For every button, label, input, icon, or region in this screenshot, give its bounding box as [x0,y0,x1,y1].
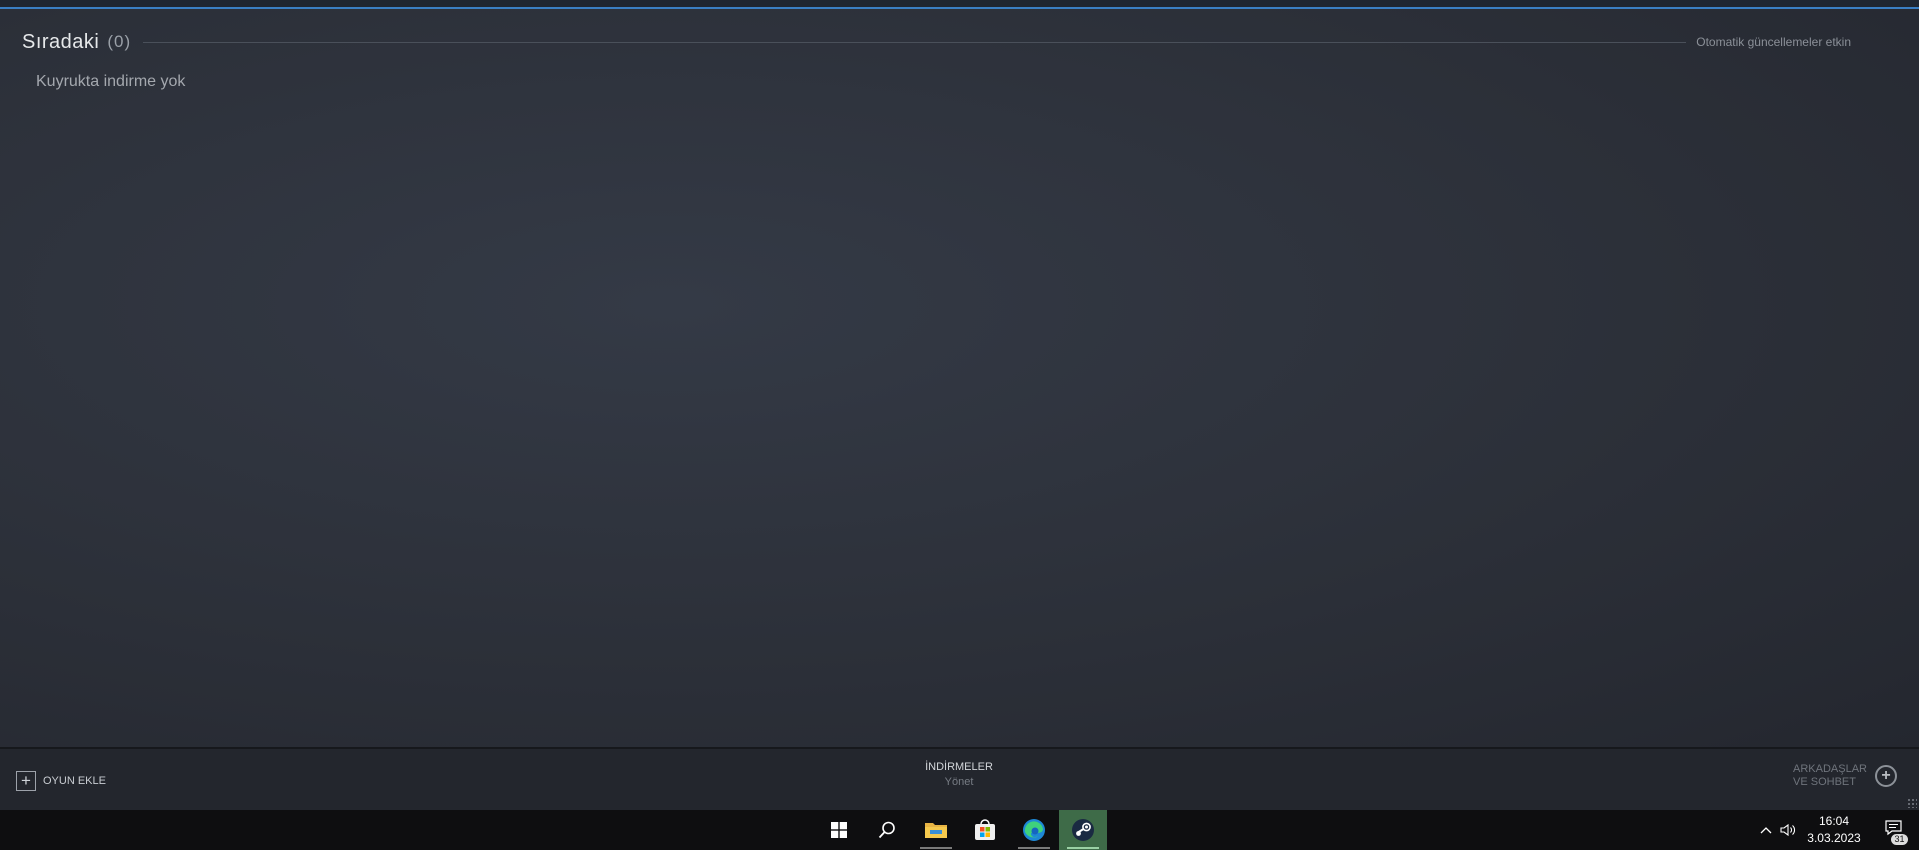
downloads-content: Sıradaki (0) Otomatik güncellemeler etki… [0,9,1919,747]
downloads-manage-label: Yönet [944,776,974,788]
folder-icon [925,823,947,838]
queue-divider [143,41,1687,43]
notification-count-badge: 31 [1891,833,1908,845]
plus-icon: + [16,771,36,791]
resize-grip[interactable] [1907,798,1917,808]
queue-header: Sıradaki (0) Otomatik güncellemeler etki… [22,27,1859,57]
chevron-up-icon [1760,827,1772,834]
taskbar-running-indicator [920,847,952,849]
downloads-manage-button[interactable]: İNDİRMELER Yönet [899,761,1019,788]
add-game-button[interactable]: + OYUN EKLE [16,771,106,791]
windows-start-icon [831,822,847,838]
taskbar-search-button[interactable] [863,810,911,850]
downloads-title: İNDİRMELER [925,761,993,773]
search-icon [878,821,895,839]
windows-taskbar: 16:04 3.03.2023 31 [0,810,1919,850]
queue-title: Sıradaki [22,30,100,53]
store-icon [975,819,995,840]
start-button[interactable] [815,810,863,850]
taskbar-edge-browser[interactable] [1010,810,1058,850]
taskbar-steam[interactable] [1059,810,1107,850]
steam-icon [1072,819,1094,841]
empty-queue-message: Kuyrukta indirme yok [36,73,186,90]
volume-button[interactable] [1777,810,1799,850]
taskbar-file-explorer[interactable] [912,810,960,850]
friends-chat-button[interactable]: ARKADAŞLAR VE SOHBET + [1793,763,1897,789]
taskbar-microsoft-store[interactable] [961,810,1009,850]
notification-icon-wrap: 31 [1884,819,1908,845]
friends-label-line1: ARKADAŞLAR [1793,763,1867,775]
notification-center-button[interactable]: 31 [1878,810,1908,850]
clock-date: 3.03.2023 [1807,831,1861,845]
window-top-accent [0,0,1919,9]
taskbar-running-indicator [1018,847,1050,849]
add-game-label: OYUN EKLE [43,775,106,787]
friends-chat-label: ARKADAŞLAR VE SOHBET [1793,763,1867,789]
clock-time: 16:04 [1818,814,1850,828]
friends-label-line2: VE SOHBET [1793,776,1856,788]
show-hidden-icons-button[interactable] [1755,810,1777,850]
bottom-bar: + OYUN EKLE İNDİRMELER Yönet ARKADAŞLAR … [0,747,1919,810]
taskbar-clock[interactable]: 16:04 3.03.2023 [1800,813,1868,847]
speaker-icon [1780,823,1795,837]
taskbar-running-indicator [1067,847,1099,849]
queue-count: (0) [107,32,132,51]
steam-window: Sıradaki (0) Otomatik güncellemeler etki… [0,0,1919,810]
add-friend-icon: + [1875,765,1897,787]
auto-updates-status[interactable]: Otomatik güncellemeler etkin [1696,35,1851,49]
edge-browser-icon [1023,819,1045,841]
